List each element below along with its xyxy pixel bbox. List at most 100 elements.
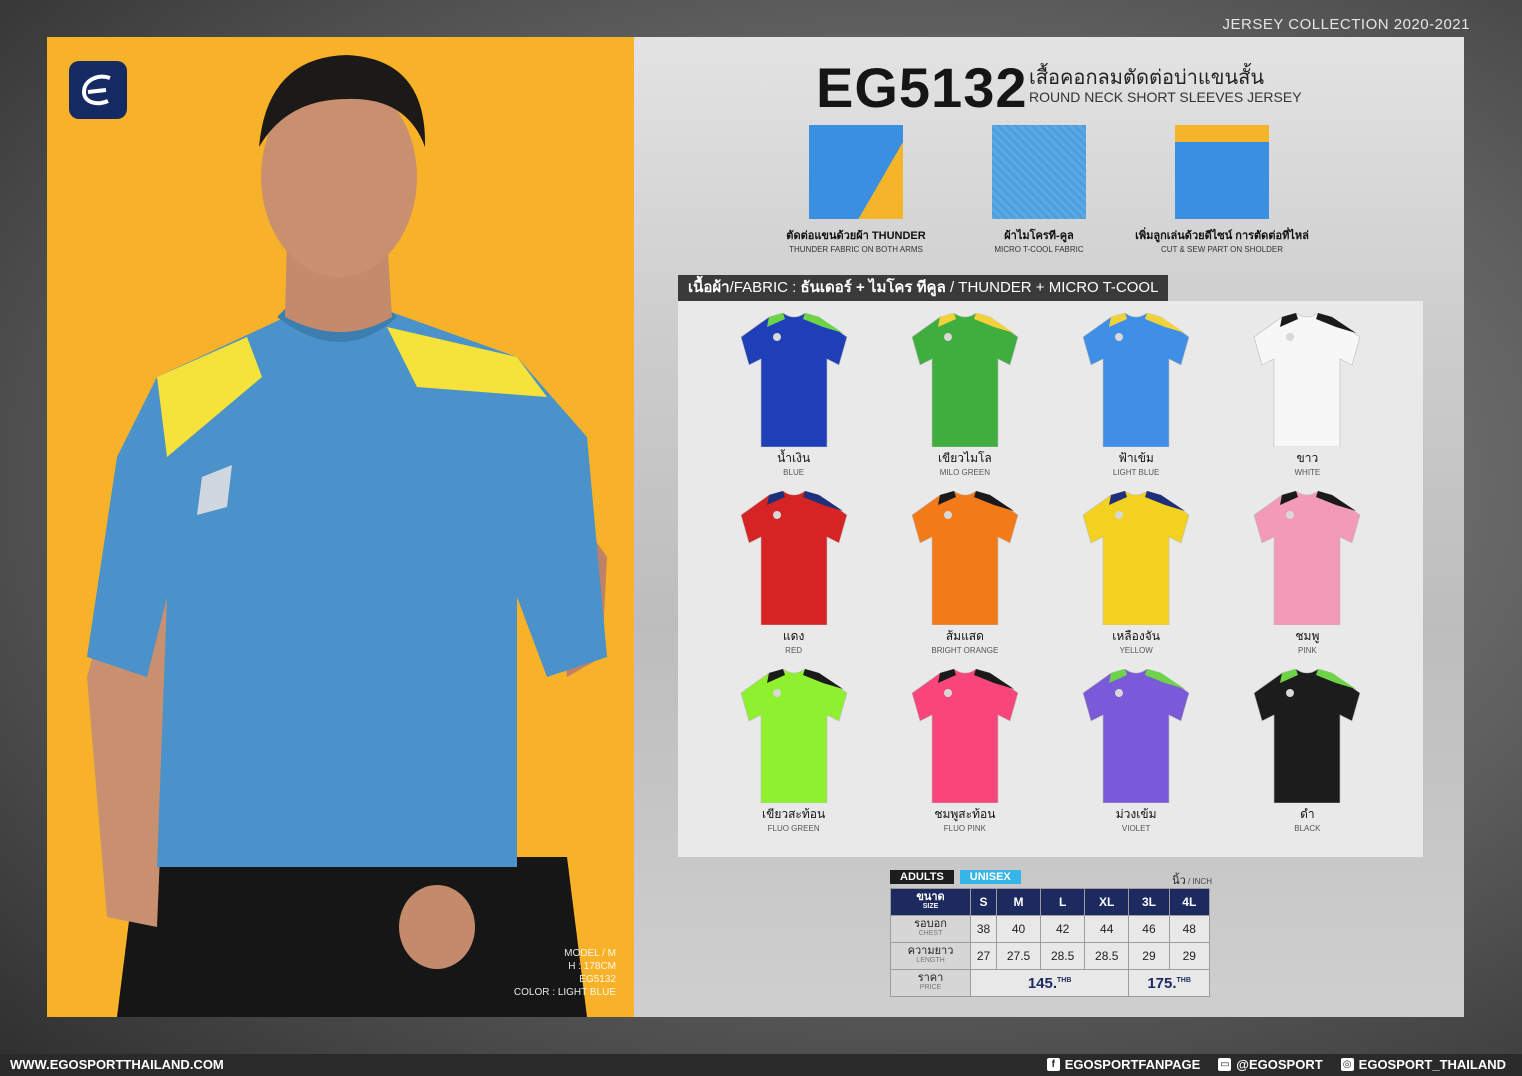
jersey-logo bbox=[1115, 511, 1124, 519]
color-name-th: ชมพูสะท้อน bbox=[934, 807, 996, 821]
color-option[interactable]: ดำ BLACK bbox=[1222, 669, 1393, 847]
jersey-body bbox=[1254, 491, 1361, 625]
line-link[interactable]: ▭ @EGOSPORT bbox=[1218, 1057, 1323, 1072]
color-name-en: FLUO PINK bbox=[943, 824, 986, 833]
color-name-th: เหลืองจัน bbox=[1112, 629, 1160, 643]
feature-label-en: CUT & SEW PART ON SHOLDER bbox=[1160, 245, 1284, 254]
chest-row: รอบอก CHEST 38 40 42 44 46 48 bbox=[890, 915, 1211, 943]
size-4l: 4L bbox=[1168, 888, 1211, 916]
color-name-th: เขียวไมโล bbox=[937, 451, 992, 465]
catalog-panel: EG5132 เสื้อคอกลมตัดต่อบ่าแขนสั้น ROUND … bbox=[634, 37, 1464, 1017]
jersey-swatch-icon bbox=[740, 491, 847, 625]
price-row: ราคา PRICE 145.THB 175.THB bbox=[890, 969, 1210, 997]
model-color: COLOR : LIGHT BLUE bbox=[513, 987, 616, 998]
color-name-en: YELLOW bbox=[1119, 646, 1153, 655]
jersey-logo bbox=[943, 333, 952, 341]
length-th: ความยาว bbox=[907, 945, 954, 957]
color-name-th: แดง bbox=[782, 629, 805, 643]
price-currency: THB bbox=[1176, 976, 1191, 984]
facebook-link[interactable]: f EGOSPORTFANPAGE bbox=[1046, 1057, 1200, 1072]
color-option[interactable]: เขียวสะท้อน FLUO GREEN bbox=[708, 669, 879, 847]
instagram-link[interactable]: ◎ EGOSPORT_THAILAND bbox=[1340, 1057, 1506, 1072]
size-tags: ADULTS UNISEX นิ้ว / INCH bbox=[890, 869, 1212, 887]
size-unit: นิ้ว / INCH bbox=[1172, 871, 1212, 889]
length-value: 28.5 bbox=[1084, 942, 1130, 970]
color-option[interactable]: ม่วงเข้ม VIOLET bbox=[1051, 669, 1222, 847]
jersey-body bbox=[740, 313, 847, 447]
color-name-th: ม่วงเข้ม bbox=[1115, 807, 1157, 821]
model-photo-panel: MODEL / M H : 178CM EG5132 COLOR : LIGHT… bbox=[47, 37, 634, 1017]
jersey-body bbox=[911, 669, 1019, 803]
feature-label-en: THUNDER FABRIC ON BOTH ARMS bbox=[789, 245, 923, 254]
length-value: 29 bbox=[1128, 942, 1170, 970]
chest-value: 44 bbox=[1084, 915, 1130, 943]
length-en: LENGTH bbox=[916, 957, 945, 964]
size-table: ขนาด SIZE S M L XL 3L 4L รอบอก CHEST 38 … bbox=[890, 888, 1211, 997]
color-option[interactable]: ชมพู PINK bbox=[1222, 491, 1393, 669]
collection-title: JERSEY COLLECTION 2020-2021 bbox=[1222, 16, 1470, 33]
size-s: S bbox=[970, 888, 997, 916]
jersey-swatch-icon bbox=[1254, 669, 1361, 803]
jersey-logo bbox=[943, 689, 952, 697]
model-code: EG5132 bbox=[579, 974, 616, 985]
length-value: 27 bbox=[970, 942, 997, 970]
hand bbox=[399, 885, 475, 969]
color-option[interactable]: น้ำเงิน BLUE bbox=[708, 313, 879, 491]
tag-adults: ADULTS bbox=[890, 870, 954, 884]
line-handle: @EGOSPORT bbox=[1236, 1057, 1323, 1072]
color-name-en: LIGHT BLUE bbox=[1112, 468, 1160, 477]
size-3l: 3L bbox=[1128, 888, 1170, 916]
jersey-logo bbox=[772, 333, 781, 341]
color-name-en: PINK bbox=[1298, 646, 1317, 655]
color-name-en: VIOLET bbox=[1121, 824, 1151, 833]
facebook-icon: f bbox=[1046, 1058, 1060, 1071]
color-name-th: เขียวสะท้อน bbox=[762, 807, 826, 821]
fabric-label-th: เนื้อผ้า bbox=[688, 279, 730, 296]
color-name-th: ส้มแสด bbox=[945, 629, 984, 643]
color-name-th: ฟ้าเข้ม bbox=[1118, 451, 1154, 465]
color-option[interactable]: ส้มแสด BRIGHT ORANGE bbox=[879, 491, 1050, 669]
color-name-th: ขาว bbox=[1296, 451, 1319, 465]
ego-logo-icon bbox=[81, 74, 111, 106]
fabric-value-en: / THUNDER + MICRO T-COOL bbox=[945, 279, 1159, 296]
jersey-body bbox=[1082, 491, 1190, 625]
color-name-en: BRIGHT ORANGE bbox=[931, 646, 999, 655]
jersey-body bbox=[1082, 313, 1190, 447]
length-value: 29 bbox=[1168, 942, 1211, 970]
size-header-row: ขนาด SIZE S M L XL 3L 4L bbox=[890, 888, 1211, 916]
model-height: H : 178CM bbox=[568, 961, 616, 972]
price-th: ราคา bbox=[917, 972, 944, 984]
price-b: 175. bbox=[1147, 974, 1177, 992]
footer-bar: WWW.EGOSPORTTHAILAND.COM f EGOSPORTFANPA… bbox=[0, 1054, 1522, 1076]
color-name-th: ดำ bbox=[1300, 807, 1315, 821]
length-value: 27.5 bbox=[995, 942, 1042, 970]
color-option[interactable]: เขียวไมโล MILO GREEN bbox=[879, 313, 1050, 491]
instagram-icon: ◎ bbox=[1340, 1058, 1354, 1071]
color-option[interactable]: แดง RED bbox=[708, 491, 879, 669]
jersey-body bbox=[1082, 669, 1190, 803]
product-name-en: ROUND NECK SHORT SLEEVES JERSEY bbox=[1029, 89, 1302, 105]
jersey-body bbox=[1254, 313, 1361, 447]
feature-micro-tcool: ผ้าไมโครที-คูล MICRO T-COOL FABRIC bbox=[939, 125, 1139, 254]
jersey-body bbox=[911, 313, 1019, 447]
website-link[interactable]: WWW.EGOSPORTTHAILAND.COM bbox=[10, 1057, 224, 1072]
jersey-swatch-icon bbox=[1254, 491, 1361, 625]
length-row: ความยาว LENGTH 27 27.5 28.5 28.5 29 29 bbox=[890, 942, 1211, 970]
color-option[interactable]: ฟ้าเข้ม LIGHT BLUE bbox=[1051, 313, 1222, 491]
chest-row-header: รอบอก CHEST bbox=[890, 915, 971, 943]
jersey-swatch-icon bbox=[1082, 313, 1190, 447]
color-option[interactable]: ชมพูสะท้อน FLUO PINK bbox=[879, 669, 1050, 847]
fabric-value-th: ธันเดอร์ + ไมโคร ทีคูล bbox=[800, 279, 946, 296]
color-option[interactable]: ขาว WHITE bbox=[1222, 313, 1393, 491]
jersey-logo bbox=[772, 511, 781, 519]
color-name-en: MILO GREEN bbox=[939, 468, 990, 477]
brand-logo bbox=[69, 61, 127, 119]
jersey-logo bbox=[1286, 689, 1295, 697]
feature-shoulder: เพิ่มลูกเล่นด้วยดีไซน์ การตัดต่อที่ไหล่ … bbox=[1122, 125, 1322, 254]
unit-en: / INCH bbox=[1185, 877, 1212, 886]
price-value-large-sizes: 175.THB bbox=[1128, 969, 1210, 997]
color-option[interactable]: เหลืองจัน YELLOW bbox=[1051, 491, 1222, 669]
color-name-en: RED bbox=[785, 646, 803, 655]
model-info: MODEL / M H : 178CM EG5132 COLOR : LIGHT… bbox=[514, 947, 616, 999]
feature-swatch-shoulder bbox=[1175, 125, 1269, 219]
